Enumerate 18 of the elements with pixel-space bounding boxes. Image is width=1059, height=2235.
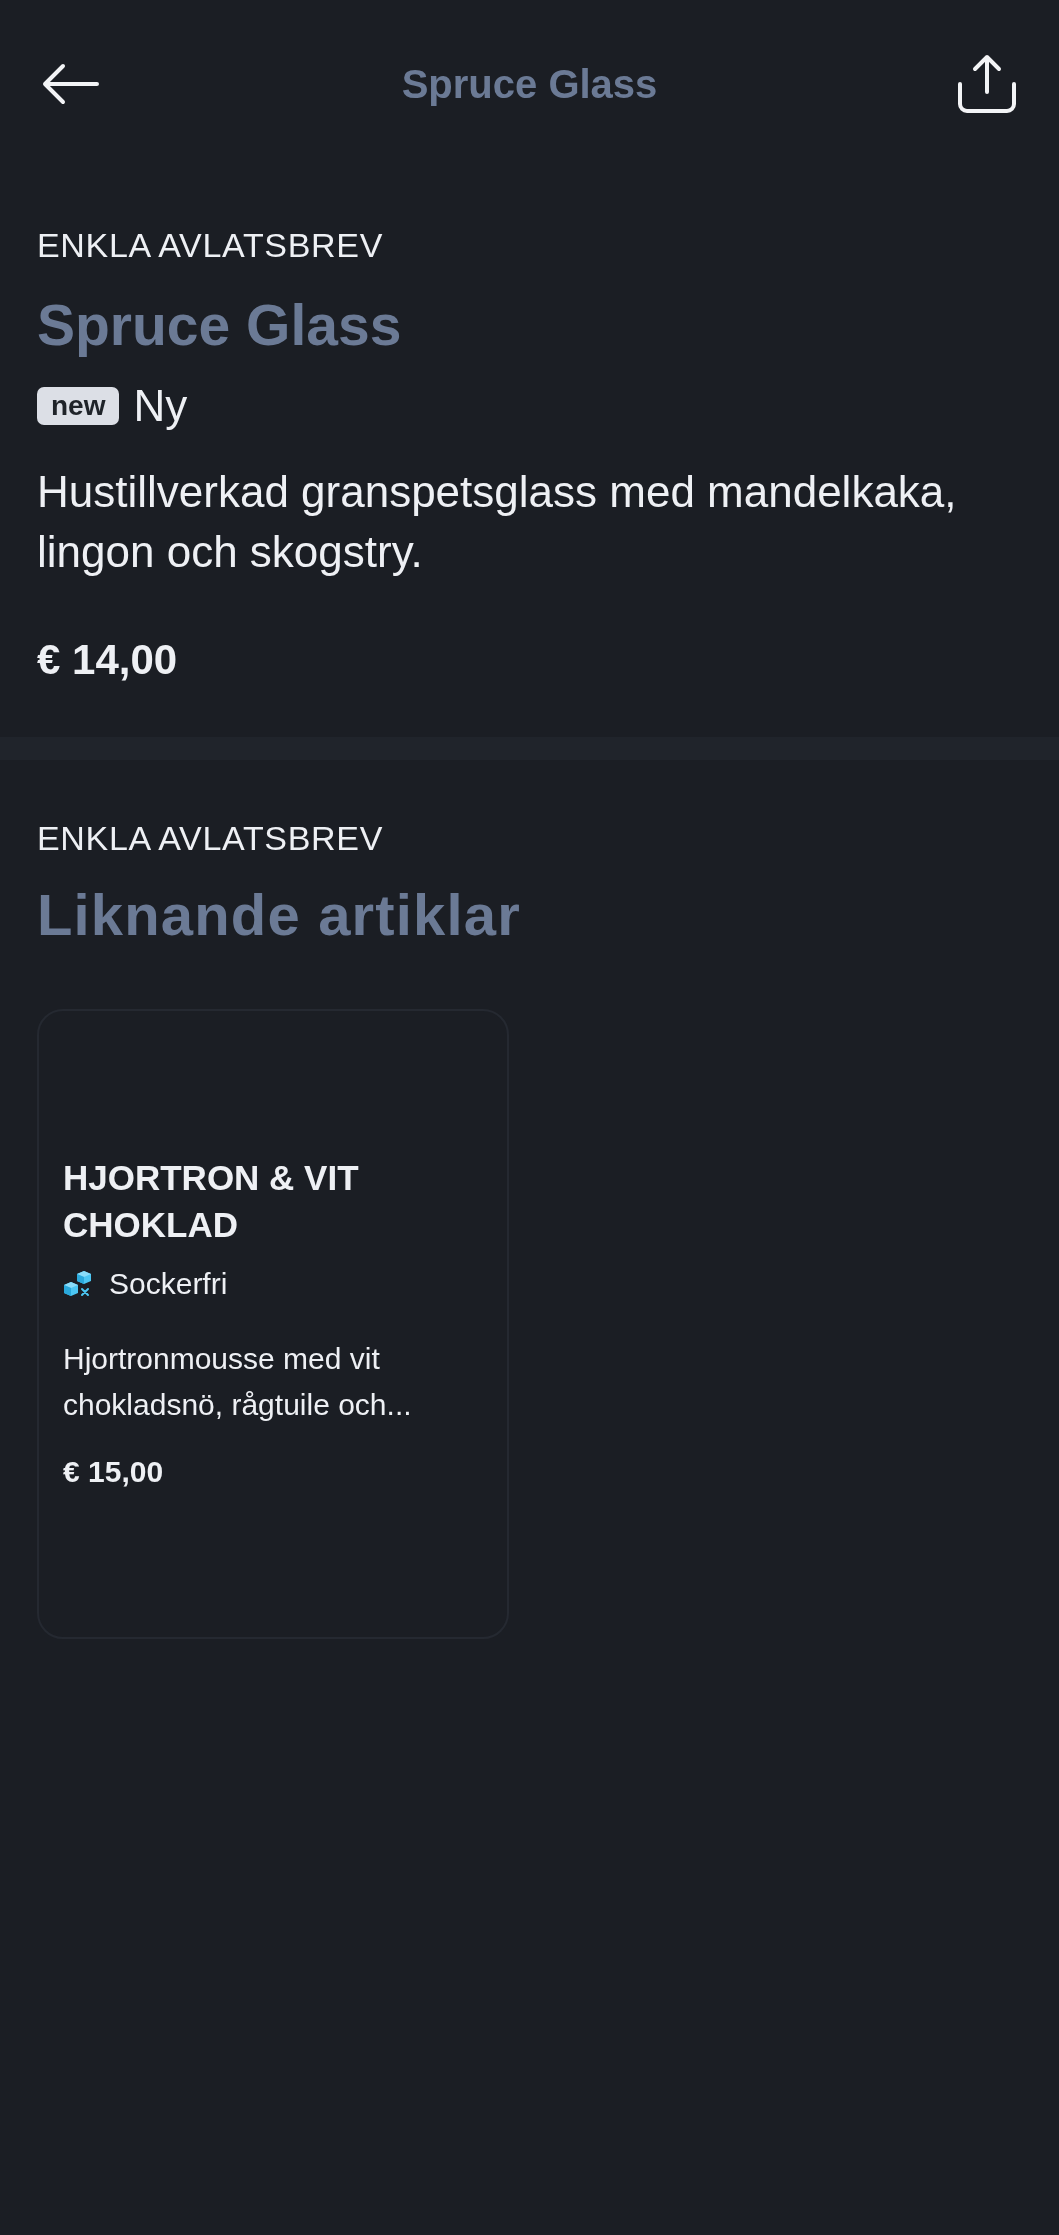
share-button[interactable] <box>957 54 1017 114</box>
back-button[interactable] <box>42 63 100 105</box>
card-description: Hjortronmousse med vit chokladsnö, rågtuile och... <box>63 1341 413 1423</box>
section-heading: Liknande artiklar <box>37 881 521 949</box>
product-title: Spruce Glass <box>37 292 402 359</box>
status-label: Ny <box>133 381 188 431</box>
card-price: € 15,00 <box>63 1454 164 1490</box>
product-price: € 14,00 <box>37 635 178 685</box>
attribute-label: Sockerfri <box>109 1266 228 1302</box>
back-arrow-icon <box>42 63 100 105</box>
category-label: ENKLA AVLATSBREV <box>37 225 383 265</box>
share-icon <box>957 54 1017 114</box>
product-description: Hustillverkad granspetsglass med mandelkaka, lingon och skogstry. <box>37 466 958 578</box>
card-title: HJORTRON & VIT CHOKLAD <box>63 1157 360 1246</box>
product-card[interactable]: HJORTRON & VIT CHOKLAD Sockerfri Hjortronmousse med vit chokladsnö, rågtuile och... € 15,00 <box>37 1009 509 1639</box>
category-label: ENKLA AVLATSBREV <box>37 818 383 858</box>
header-title: Spruce Glass <box>401 61 658 108</box>
new-tag: new <box>37 387 120 425</box>
